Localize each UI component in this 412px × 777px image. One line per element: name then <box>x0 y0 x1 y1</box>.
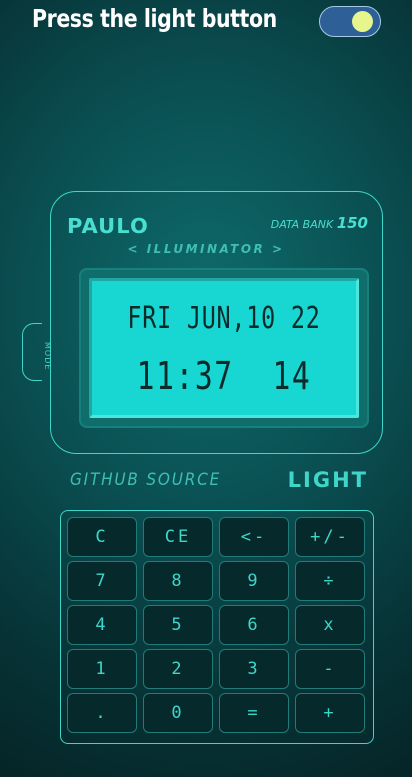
key-2[interactable]: 2 <box>143 649 213 689</box>
key-multiply[interactable]: x <box>295 605 365 645</box>
key-5[interactable]: 5 <box>143 605 213 645</box>
key-backspace[interactable]: <- <box>219 517 289 557</box>
keypad: C CE <- +/- 7 8 9 ÷ 4 5 6 x 1 2 3 - . 0 … <box>60 510 374 744</box>
key-1[interactable]: 1 <box>67 649 137 689</box>
github-source-link[interactable]: GITHUB SOURCE <box>70 470 221 490</box>
mode-button[interactable] <box>22 323 42 381</box>
light-toggle[interactable] <box>319 6 381 37</box>
key-8[interactable]: 8 <box>143 561 213 601</box>
key-9[interactable]: 9 <box>219 561 289 601</box>
key-negate[interactable]: +/- <box>295 517 365 557</box>
brand-logo: PAULO <box>67 214 149 238</box>
lcd-screen: FRI JUN,10 22 11:37 14 <box>89 278 359 418</box>
toggle-knob <box>352 11 373 32</box>
key-4[interactable]: 4 <box>67 605 137 645</box>
date-display: FRI JUN,10 22 <box>127 301 321 336</box>
key-decimal[interactable]: . <box>67 693 137 733</box>
key-7[interactable]: 7 <box>67 561 137 601</box>
page-title: Press the light button <box>32 4 277 33</box>
model-prefix: DATA BANK <box>270 218 334 231</box>
time-display: 11:37 14 <box>136 354 312 398</box>
key-6[interactable]: 6 <box>219 605 289 645</box>
key-3[interactable]: 3 <box>219 649 289 689</box>
key-equals[interactable]: = <box>219 693 289 733</box>
key-divide[interactable]: ÷ <box>295 561 365 601</box>
key-clear-entry[interactable]: CE <box>143 517 213 557</box>
illuminator-label: < ILLUMINATOR > <box>127 242 285 256</box>
model-label: DATA BANK 150 <box>271 214 368 232</box>
key-clear[interactable]: C <box>67 517 137 557</box>
light-button[interactable]: LIGHT <box>288 468 368 492</box>
model-number: 150 <box>336 214 368 232</box>
key-0[interactable]: 0 <box>143 693 213 733</box>
key-minus[interactable]: - <box>295 649 365 689</box>
key-plus[interactable]: + <box>295 693 365 733</box>
